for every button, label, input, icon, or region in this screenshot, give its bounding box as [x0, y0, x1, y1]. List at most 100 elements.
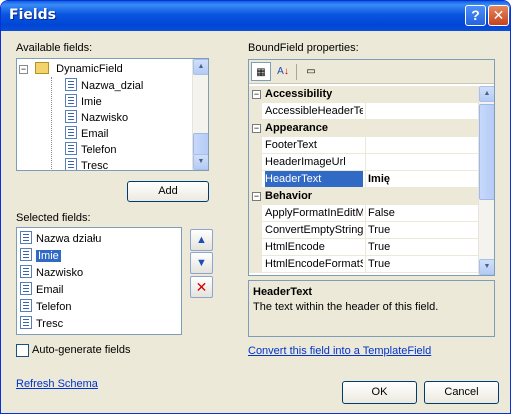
selected-field-label: Nazwisko: [36, 267, 84, 279]
move-down-button[interactable]: ▼: [190, 252, 213, 274]
property-name: AccessibleHeaderText: [265, 105, 363, 117]
property-value[interactable]: Imię: [365, 171, 480, 187]
selected-field-label: Nazwa działu: [36, 233, 102, 245]
ok-button[interactable]: OK: [342, 381, 417, 404]
properties-label: BoundField properties:: [248, 42, 359, 54]
property-gutter: [249, 154, 262, 171]
property-name: HtmlEncode: [265, 241, 325, 253]
available-field-label: Nazwisko: [81, 112, 129, 124]
available-field-item[interactable]: Email: [65, 126, 109, 142]
prop-scroll-thumb[interactable]: [479, 104, 494, 200]
selected-field-item[interactable]: Nazwa działu: [20, 231, 101, 247]
property-grid[interactable]: ▦ A↓ ▭ − Accessibility AccessibleHeaderTex…: [248, 59, 495, 276]
property-value[interactable]: [365, 154, 480, 170]
property-row[interactable]: ConvertEmptyStringToNullTrue: [249, 222, 480, 239]
available-field-label: Tresc: [81, 160, 109, 171]
selected-fields-label: Selected fields:: [16, 212, 91, 224]
available-field-item[interactable]: Tresc: [65, 158, 109, 171]
property-pages-icon[interactable]: ▭: [301, 62, 321, 81]
available-field-item[interactable]: Nazwa_dzial: [65, 78, 143, 94]
delete-button[interactable]: ✕: [190, 276, 213, 298]
selected-field-item[interactable]: Email: [20, 282, 64, 298]
property-row[interactable]: HeaderImageUrl: [249, 154, 480, 171]
property-value[interactable]: [365, 137, 480, 153]
property-row[interactable]: HtmlEncode True: [249, 239, 480, 256]
collapse-category-icon[interactable]: −: [252, 90, 261, 99]
close-button[interactable]: ✕: [488, 5, 509, 26]
selected-field-item[interactable]: Telefon: [20, 299, 71, 315]
property-category[interactable]: − Behavior: [249, 188, 480, 205]
property-row[interactable]: FooterText: [249, 137, 480, 154]
property-row[interactable]: ApplyFormatInEditModeFalse: [249, 205, 480, 222]
tree-guide-line: [51, 77, 52, 170]
property-value[interactable]: False: [365, 205, 480, 221]
field-icon: [20, 248, 32, 261]
property-scrollbar[interactable]: ▲ ▼: [478, 86, 494, 275]
cancel-button[interactable]: Cancel: [424, 381, 499, 404]
collapse-category-icon[interactable]: −: [252, 192, 261, 201]
available-field-label: Nazwa_dzial: [81, 80, 144, 92]
description-text: The text within the header of this field…: [253, 301, 439, 313]
add-button[interactable]: Add: [127, 181, 209, 202]
property-gutter: [249, 171, 262, 188]
autogen-checkbox[interactable]: [16, 344, 29, 357]
property-value[interactable]: True: [365, 222, 480, 238]
convert-template-link[interactable]: Convert this field into a TemplateField: [248, 345, 431, 357]
property-gutter: [249, 222, 262, 239]
description-panel: HeaderText The text within the header of…: [248, 280, 495, 337]
property-name: HeaderImageUrl: [265, 156, 346, 168]
available-field-item[interactable]: Nazwisko: [65, 110, 128, 126]
tree-root[interactable]: − DynamicField: [19, 61, 123, 77]
property-value[interactable]: True: [365, 256, 480, 272]
selected-field-item[interactable]: Nazwisko: [20, 265, 83, 281]
scroll-down-icon[interactable]: ▼: [193, 154, 208, 170]
alphabetical-icon[interactable]: A↓: [273, 62, 293, 81]
data-source-icon: [35, 62, 50, 74]
selected-field-label: Tresc: [36, 318, 64, 330]
prop-scroll-up-icon[interactable]: ▲: [479, 86, 494, 102]
available-field-item[interactable]: Imie: [65, 94, 102, 110]
property-category[interactable]: − Accessibility: [249, 86, 480, 103]
property-name: HtmlEncodeFormatString: [265, 258, 363, 270]
category-name: Behavior: [265, 190, 313, 202]
title-bar[interactable]: Fields ? ✕: [1, 1, 510, 31]
property-gutter: [249, 205, 262, 222]
available-field-label: Imie: [81, 96, 102, 108]
available-scrollbar[interactable]: ▲ ▼: [192, 59, 208, 170]
property-gutter: [249, 103, 262, 120]
collapse-icon[interactable]: −: [19, 65, 28, 74]
field-icon: [65, 126, 77, 139]
property-value[interactable]: True: [365, 239, 480, 255]
property-row[interactable]: AccessibleHeaderText: [249, 103, 480, 120]
move-up-button[interactable]: ▲: [190, 229, 213, 251]
scroll-thumb[interactable]: [193, 133, 208, 155]
autogen-label: Auto-generate fields: [32, 344, 131, 356]
property-category[interactable]: − Appearance: [249, 120, 480, 137]
selected-field-label: Telefon: [36, 301, 72, 313]
property-toolbar: ▦ A↓ ▭: [249, 60, 494, 84]
available-field-item[interactable]: Telefon: [65, 142, 116, 158]
collapse-category-icon[interactable]: −: [252, 124, 261, 133]
scroll-up-icon[interactable]: ▲: [193, 59, 208, 75]
selected-field-item[interactable]: Tresc: [20, 316, 63, 332]
field-icon: [20, 299, 32, 312]
selected-field-item[interactable]: Imie: [20, 248, 61, 264]
field-icon: [65, 110, 77, 123]
refresh-schema-link[interactable]: Refresh Schema: [16, 378, 98, 390]
categorized-icon[interactable]: ▦: [251, 62, 271, 81]
available-fields-tree[interactable]: − DynamicField Nazwa_dzial Imie Nazwisko Em…: [16, 58, 209, 171]
arrow-down-icon: ▼: [196, 257, 207, 269]
tree-root-label: DynamicField: [56, 63, 123, 75]
property-gutter: [249, 239, 262, 256]
delete-x-icon: ✕: [195, 279, 208, 295]
property-value[interactable]: [365, 103, 480, 119]
prop-scroll-down-icon[interactable]: ▼: [479, 259, 494, 275]
property-gutter: [249, 256, 262, 273]
help-button[interactable]: ?: [465, 5, 486, 26]
property-gutter: [249, 137, 262, 154]
field-icon: [20, 316, 32, 329]
selected-fields-list[interactable]: Nazwa działu Imie Nazwisko Email Telefon Tres…: [16, 227, 182, 335]
field-icon: [65, 158, 77, 170]
property-row[interactable]: HtmlEncodeFormatStringTrue: [249, 256, 480, 273]
property-row[interactable]: HeaderText Imię: [249, 171, 480, 188]
